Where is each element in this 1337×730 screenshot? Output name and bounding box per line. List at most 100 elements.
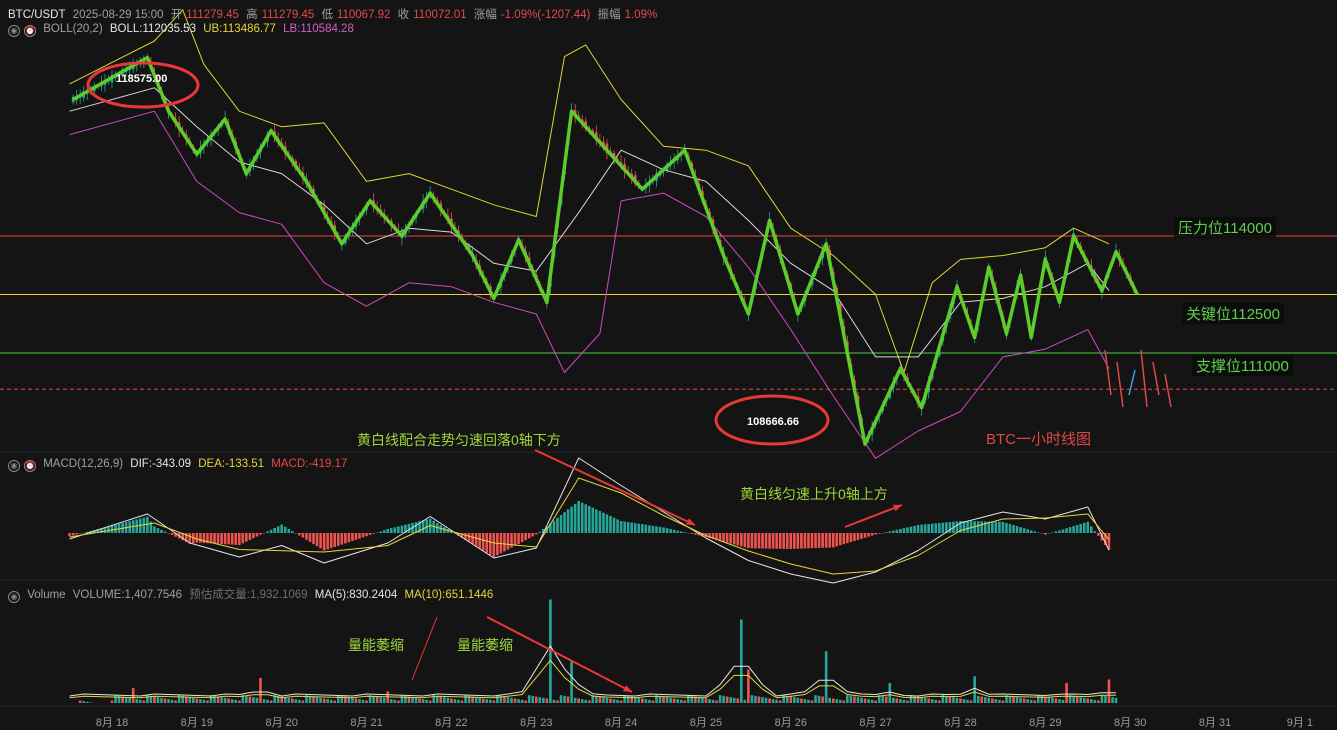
- macd-histogram-bar: [874, 533, 877, 535]
- volume-bar: [976, 695, 980, 703]
- macd-histogram-bar: [1019, 527, 1022, 533]
- volume-shrink-pointer: [411, 616, 438, 681]
- volume-bar: [255, 697, 259, 703]
- macd-dea-value: DEA:-133.51: [198, 458, 265, 470]
- macd-histogram-bar: [991, 521, 994, 533]
- x-tick-label: 8月 29: [1029, 717, 1062, 729]
- volume-bar: [814, 695, 817, 703]
- volume-bar: [757, 696, 761, 703]
- boll-upper-line: [69, 9, 1110, 373]
- macd-histogram-bar: [1036, 532, 1040, 533]
- volume-bar: [902, 699, 906, 703]
- macd-histogram-bar: [870, 533, 874, 536]
- eye-icon[interactable]: ◉: [8, 25, 20, 37]
- volume-bar: [800, 698, 803, 703]
- volume-bar: [803, 699, 807, 703]
- macd-histogram-bar: [676, 530, 679, 533]
- volume-ma5-value: MA(5):830.2404: [314, 589, 398, 601]
- macd-histogram-bar: [1097, 533, 1100, 536]
- volume-bar: [842, 700, 846, 703]
- macd-histogram-bar: [793, 533, 796, 549]
- volume-bar: [937, 700, 941, 703]
- volume-bar: [138, 699, 142, 703]
- macd-histogram-bar: [520, 533, 524, 543]
- volume-bar: [397, 700, 400, 703]
- volume-bar: [991, 698, 994, 703]
- macd-histogram-bar: [633, 523, 637, 533]
- eye-icon[interactable]: ◉: [8, 460, 20, 472]
- volume-bar: [358, 699, 361, 703]
- volume-bar: [782, 695, 786, 703]
- volume-bar: [994, 699, 998, 703]
- macd-histogram-bar: [888, 531, 892, 533]
- volume-bar: [775, 699, 778, 703]
- macd-histogram-bar: [1072, 526, 1075, 533]
- high-label: 高: [246, 9, 258, 21]
- volume-bar: [566, 696, 570, 703]
- macd-histogram-bar: [835, 533, 839, 547]
- volume-bar: [428, 700, 432, 703]
- volume-bar: [1086, 698, 1090, 703]
- macd-histogram-bar: [842, 533, 846, 545]
- macd-histogram-bar: [556, 517, 559, 533]
- volume-bar: [534, 696, 538, 703]
- volume-bar: [761, 697, 764, 703]
- volume-bar: [884, 696, 888, 703]
- volume-bar: [665, 697, 669, 703]
- volume-bar: [768, 698, 771, 703]
- eye-icon[interactable]: ◉: [8, 591, 20, 603]
- macd-histogram-bar: [237, 533, 241, 545]
- macd-histogram-bar: [655, 526, 658, 533]
- volume-bar: [1047, 697, 1051, 703]
- macd-histogram-bar: [563, 512, 566, 533]
- macd-histogram-bar: [754, 533, 757, 549]
- macd-up-arrow-head: [893, 504, 902, 512]
- macd-histogram-bar: [389, 528, 393, 533]
- volume-bar: [789, 696, 793, 703]
- close-label: 收: [397, 9, 410, 21]
- macd-histogram-bar: [736, 533, 740, 546]
- trend-line: [72, 55, 1139, 446]
- macd-histogram-bar: [570, 506, 573, 533]
- macd-histogram-bar: [474, 533, 478, 547]
- volume-bar: [1079, 697, 1083, 703]
- macd-histogram-bar: [899, 529, 902, 533]
- volume-bar: [1058, 699, 1061, 703]
- volume-bar: [888, 682, 892, 703]
- macd-histogram-bar: [694, 533, 697, 535]
- alarm-icon[interactable]: ⏰: [24, 460, 36, 472]
- macd-histogram-bar: [966, 521, 969, 533]
- alarm-icon[interactable]: ⏰: [24, 25, 36, 37]
- macd-histogram-bar: [241, 533, 245, 544]
- macd-histogram-bar: [623, 521, 626, 533]
- x-tick-label: 8月 20: [265, 717, 298, 729]
- macd-histogram-bar: [775, 533, 778, 549]
- macd-histogram-bar: [524, 533, 527, 541]
- chart-canvas[interactable]: [0, 0, 1337, 730]
- volume-bar: [520, 699, 524, 703]
- macd-histogram-bar: [146, 516, 149, 533]
- volume-bar: [1022, 698, 1026, 703]
- x-tick-label: 8月 25: [689, 717, 723, 729]
- macd-histogram-bar: [1005, 522, 1008, 533]
- macd-histogram-bar: [110, 525, 114, 533]
- macd-histogram-bar: [160, 529, 163, 533]
- macd-histogram-bar: [372, 533, 375, 534]
- macd-histogram-bar: [641, 524, 644, 533]
- macd-macd-value: MACD:-419.17: [271, 458, 348, 470]
- volume-bar: [443, 697, 446, 703]
- macd-histogram-bar: [1015, 526, 1019, 533]
- volume-bar: [510, 697, 513, 703]
- volume-bar: [605, 697, 609, 703]
- macd-dif-value: DIF:-343.09: [130, 458, 192, 470]
- macd-histogram-bar: [478, 533, 481, 549]
- macd-histogram-bar: [1044, 533, 1047, 535]
- macd-histogram-bar: [796, 533, 800, 549]
- volume-bar: [457, 699, 460, 703]
- volume-bar: [375, 696, 379, 703]
- macd-histogram-bar: [506, 533, 510, 550]
- macd-histogram-bar: [1082, 522, 1086, 533]
- volume-bar: [595, 695, 598, 703]
- macd-histogram-bar: [1001, 521, 1005, 533]
- macd-histogram-bar: [1054, 531, 1058, 533]
